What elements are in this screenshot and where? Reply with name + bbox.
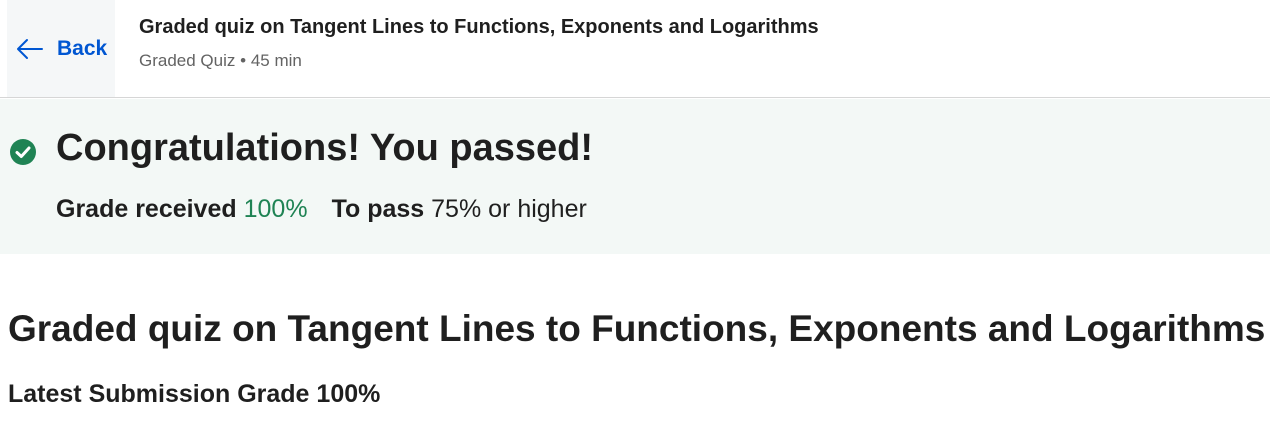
latest-grade-label: Latest Submission Grade: [8, 380, 310, 408]
back-label: Back: [57, 36, 108, 60]
header-title: Graded quiz on Tangent Lines to Function…: [139, 16, 819, 38]
congrats-heading: Congratulations! You passed!: [56, 127, 593, 169]
item-type: Graded Quiz: [139, 51, 236, 70]
grade-received-value: 100%: [243, 195, 308, 223]
to-pass-value: 75% or higher: [431, 195, 587, 223]
page-header: Back Graded quiz on Tangent Lines to Fun…: [0, 0, 1270, 98]
latest-grade-value: 100%: [316, 380, 381, 408]
item-duration: 45 min: [250, 51, 302, 70]
check-circle-icon: [9, 138, 37, 171]
page-title: Graded quiz on Tangent Lines to Function…: [8, 308, 1266, 349]
latest-submission-grade: Latest Submission Grade 100%: [8, 380, 380, 409]
separator-dot: •: [240, 51, 247, 70]
arrow-left-icon: [16, 38, 43, 60]
header-subtitle: Graded Quiz • 45 min: [139, 51, 302, 71]
grade-received-label: Grade received: [56, 195, 237, 223]
back-button[interactable]: Back: [7, 0, 115, 97]
grade-summary: Grade received 100% To pass 75% or higher: [56, 195, 587, 224]
pass-banner: Congratulations! You passed! Grade recei…: [0, 99, 1270, 254]
to-pass-label: To pass: [331, 195, 425, 223]
